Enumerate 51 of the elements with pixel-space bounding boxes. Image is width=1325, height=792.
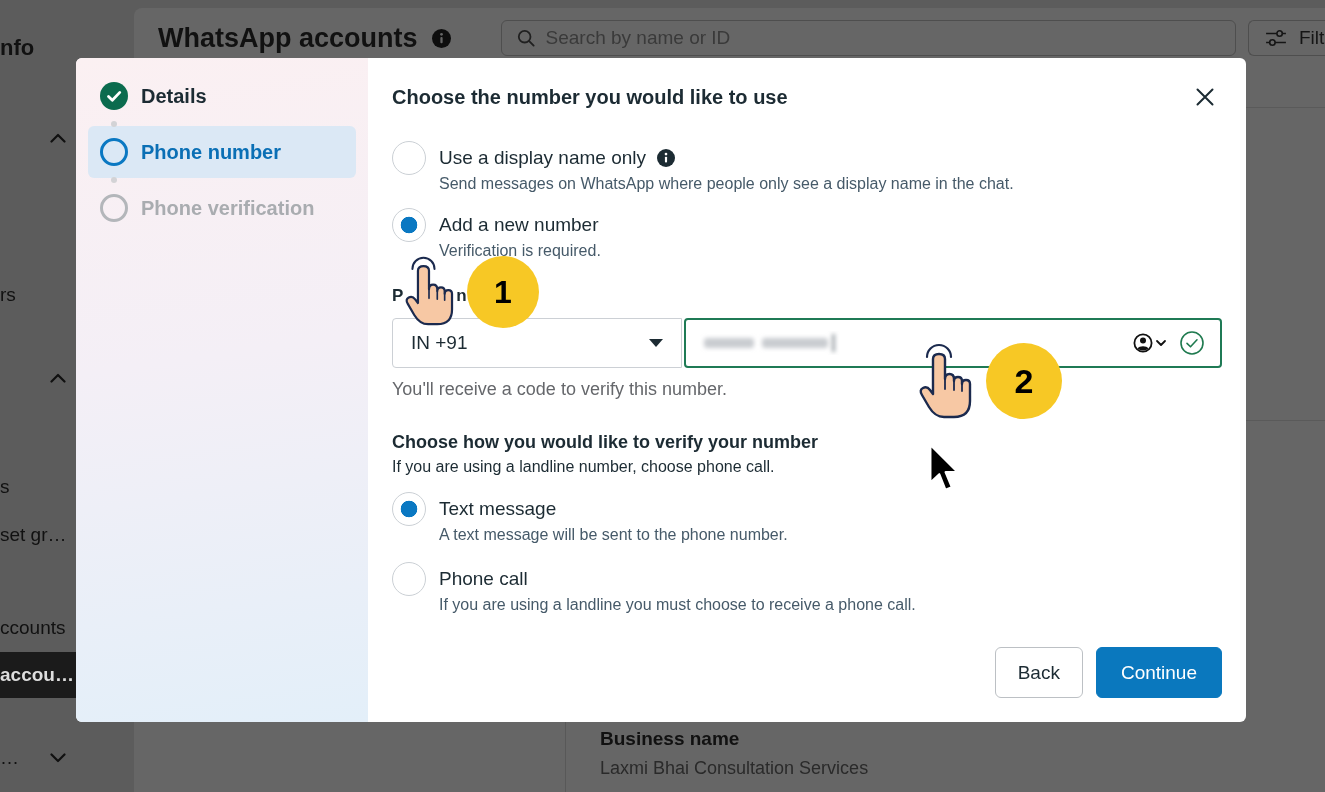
close-icon [1196,88,1214,106]
continue-button[interactable]: Continue [1095,647,1222,698]
callout-number: 2 [986,343,1062,419]
helper-text: You'll receive a code to verify this number. [392,379,727,399]
sidebar-item[interactable]: s [0,464,76,510]
callout-number: 1 [467,256,539,328]
tap-hand-icon [918,343,972,419]
sidebar-heading: nfo [0,35,36,61]
caret-down-icon [649,339,663,347]
person-chevron-icon[interactable] [1133,333,1169,353]
search-icon [516,29,535,47]
option-description: Send messages on WhatsApp where people only see a display name in the chat. [439,175,1014,193]
option-label: Add a new number [439,213,599,237]
field-label: n [456,286,467,306]
section-label[interactable]: … [0,747,19,769]
sidebar-item[interactable]: ccounts [0,605,76,651]
chevron-up-icon[interactable] [50,133,66,143]
option-description: If you are using a landline you must choose to receive a phone call. [439,596,916,614]
radio-button[interactable] [392,141,426,175]
page-title: WhatsApp accounts [158,22,418,55]
section-subtitle: If you are using a landline number, choose phone call. [392,458,775,476]
sidebar-item[interactable]: set gr… [0,512,76,558]
option-description: A text message will be sent to the phone number. [439,526,788,544]
radio-button[interactable] [392,562,426,596]
step-item[interactable]: Details [88,70,356,122]
sidebar-item[interactable]: rs [0,272,76,318]
field-label: P [392,286,404,306]
field-value: Laxmi Bhai Consultation Services [600,757,869,780]
tap-hand-icon [404,256,454,326]
filter-button[interactable]: Filt [1248,20,1325,56]
radio-button[interactable] [392,208,426,242]
back-button[interactable]: Back [994,647,1083,698]
section-title: Choose how you would like to verify your number [392,431,819,453]
option-label: Use a display name only [439,146,646,170]
phone-number-input[interactable] [684,318,1222,368]
option-label: Phone call [439,567,528,591]
sidebar-item[interactable]: accou… [0,652,76,698]
step-item[interactable]: Phone number [88,126,356,178]
sliders-icon [1265,29,1287,47]
connector-dot [111,121,117,127]
info-icon[interactable] [657,149,675,167]
chevron-down-icon[interactable] [50,753,66,763]
field-label: Business name [600,727,740,751]
radio-button[interactable] [392,492,426,526]
check-circle-icon [1180,331,1204,355]
dialog-title: Choose the number you would like to use [392,85,788,109]
chevron-up-icon[interactable] [50,373,66,383]
step-item[interactable]: Phone verification [88,182,356,234]
close-button[interactable] [1196,88,1214,106]
option-label: Text message [439,497,557,521]
connector-dot [111,177,117,183]
